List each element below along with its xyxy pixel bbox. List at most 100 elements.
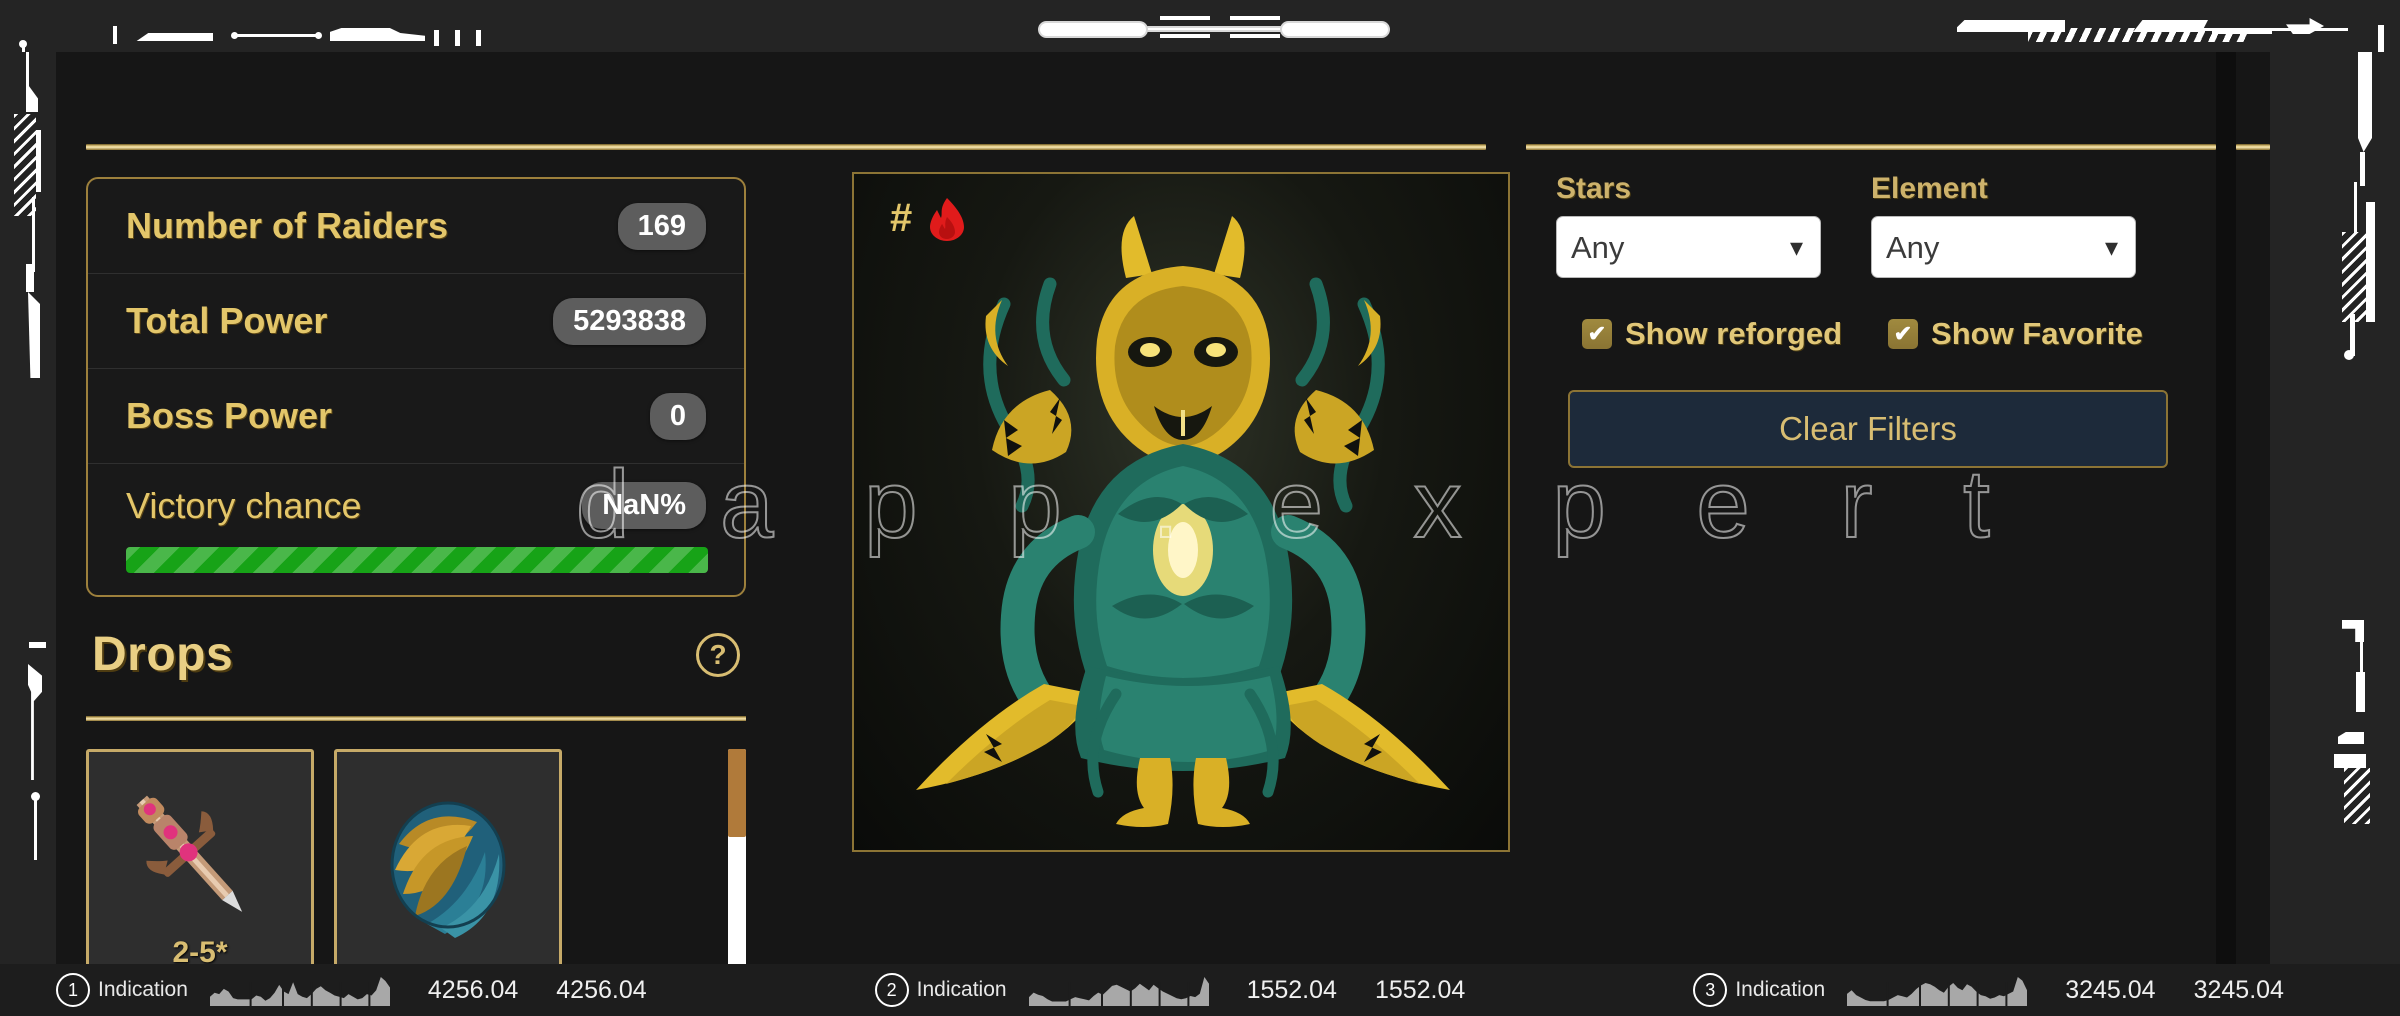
redacted-shape-edge-right-3 (2354, 182, 2357, 234)
redacted-shape-edge-left-4 (32, 197, 35, 272)
redacted-shape-address-tick-3 (1160, 34, 1210, 38)
drops-scrollbar-thumb[interactable] (728, 749, 746, 837)
boss-header-row: # (890, 196, 965, 241)
boss-creature-image (916, 216, 1450, 827)
status-item-3[interactable]: 3 Indication 3245.04 3245.04 (1693, 964, 2284, 1016)
show-reforged-checkbox[interactable]: ✔ Show reforged (1582, 316, 1842, 352)
boss-number-label: # (890, 196, 913, 240)
list-item[interactable] (334, 749, 562, 981)
right-column-separator (2216, 52, 2236, 964)
redacted-shape-edge-left-3 (36, 130, 41, 192)
stars-filter-label: Stars (1556, 172, 1632, 205)
redacted-shape-right-5 (2212, 28, 2272, 34)
stat-label: Number of Raiders (126, 205, 449, 246)
status-value-secondary: 3245.04 (2193, 975, 2284, 1004)
ring-item-icon (390, 801, 506, 938)
redacted-shape-address-tick-4 (1230, 34, 1280, 38)
question-mark-icon[interactable]: ? (696, 632, 740, 677)
right-edge-decoration (2270, 52, 2400, 964)
status-value-secondary: 4256.04 (556, 975, 647, 1004)
redacted-shape-edge-right-6 (2342, 620, 2364, 642)
filter-group-element: Element Any ▾ (1871, 172, 2136, 278)
drops-section: Drops ? 2-5* (86, 627, 746, 981)
redacted-shape-tab-left-3 (233, 34, 319, 37)
stars-select-wrap: Any ▾ (1556, 216, 1821, 278)
redacted-shape-bar-left-1 (434, 30, 439, 46)
status-item-1[interactable]: 1 Indication 4256.04 4256.04 (56, 964, 647, 1016)
sparkline-chart (1028, 977, 1209, 1006)
redacted-shape-edge-right-8 (2356, 672, 2365, 712)
filters-row: Stars Any ▾ Element Any ▾ (1556, 172, 2216, 278)
redacted-shape-bar-left-3 (476, 30, 481, 46)
victory-chance-progress-fill (126, 547, 708, 573)
page-title: Drops (92, 628, 234, 681)
stat-row-victory-chance: Victory chance NaN% (88, 464, 744, 599)
page-body: Number of Raiders 169 Total Power 529383… (0, 52, 2400, 981)
redacted-shape-edge-left-6 (28, 292, 40, 378)
status-badge: 5293838 (553, 297, 706, 345)
victory-chance-label: Victory chance (126, 484, 362, 526)
status-bar: 1 Indication 4256.04 4256.04 2 Indicatio… (0, 964, 2400, 1016)
checkmark-icon[interactable]: ✔ (1582, 319, 1612, 349)
stat-row-boss-power: Boss Power 0 (88, 369, 744, 464)
header-divider-right (1526, 144, 2216, 150)
stat-row-total-power: Total Power 5293838 (88, 274, 744, 369)
redacted-shape-edge-right-10 (2334, 754, 2366, 768)
redacted-shape-edge-right-2 (2360, 152, 2365, 186)
status-value-secondary: 1552.04 (1374, 975, 1466, 1004)
drops-scrollbar[interactable] (728, 749, 746, 981)
redacted-shape-tab-left-1 (113, 26, 117, 44)
filters-panel: Stars Any ▾ Element Any ▾ ✔ Show reforge… (1556, 172, 2216, 468)
redacted-shape-edge-right-hatch2 (2344, 768, 2370, 824)
show-reforged-label: Show reforged (1625, 316, 1843, 351)
status-index-badge: 3 (1693, 973, 1728, 1007)
browser-chrome (0, 0, 2400, 55)
drops-list: 2-5* (86, 749, 746, 981)
boss-image-panel[interactable]: # (852, 172, 1510, 852)
redacted-shape-edge-left-7 (29, 642, 46, 648)
redacted-shape-arrow-right (2286, 18, 2324, 34)
victory-chance-progress-track (126, 547, 708, 573)
redacted-shape-address-left (1038, 21, 1148, 38)
redacted-shape-edge-left-8 (28, 664, 42, 780)
left-edge-decoration (0, 52, 56, 964)
status-value-primary: 3245.04 (2065, 975, 2156, 1004)
sparkline-chart (1847, 977, 2028, 1006)
filter-group-stars: Stars Any ▾ (1556, 172, 1821, 278)
drops-divider (86, 716, 746, 721)
header-divider-left (86, 144, 1486, 150)
status-label: Indication (1735, 978, 1826, 1001)
fire-icon (930, 197, 965, 241)
redacted-shape-right-edge (2378, 25, 2384, 55)
element-select[interactable]: Any (1871, 216, 2136, 278)
victory-chance-header: Victory chance NaN% (126, 482, 706, 529)
status-index-badge: 2 (874, 973, 909, 1007)
stat-row-number-of-raiders: Number of Raiders 169 (88, 179, 744, 274)
content-area: Number of Raiders 169 Total Power 529383… (56, 52, 2270, 981)
redacted-shape-edge-right-dot (2344, 350, 2354, 360)
stars-select[interactable]: Any (1556, 216, 1821, 278)
list-item[interactable]: 2-5* (86, 749, 314, 981)
redacted-shape-edge-right-1 (2358, 52, 2372, 152)
clear-filters-button[interactable]: Clear Filters (1568, 390, 2168, 468)
status-badge: 0 (649, 392, 706, 440)
redacted-shape-dot-corner (19, 40, 27, 48)
stat-label: Total Power (126, 300, 328, 341)
status-value-primary: 4256.04 (427, 975, 519, 1004)
redacted-shape-tab-left-2 (136, 33, 213, 41)
status-index-badge: 1 (56, 973, 90, 1007)
redacted-shape-tab-left-4 (330, 28, 425, 41)
status-value-primary: 1552.04 (1246, 975, 1337, 1004)
sparkline-chart (209, 977, 390, 1006)
status-label: Indication (98, 978, 188, 1001)
redacted-shape-address-tick-1 (1160, 16, 1210, 20)
redacted-shape-dot-left-2 (315, 32, 322, 39)
redacted-shape-edge-left-9 (34, 800, 37, 860)
status-item-2[interactable]: 2 Indication 1552.04 1552.04 (874, 964, 1466, 1016)
drops-header: Drops ? (86, 627, 746, 682)
show-favorite-checkbox[interactable]: ✔ Show Favorite (1888, 316, 2143, 352)
redacted-shape-address-tick-2 (1230, 16, 1280, 20)
raid-stats-panel: Number of Raiders 169 Total Power 529383… (86, 177, 746, 597)
checkmark-icon[interactable]: ✔ (1888, 319, 1919, 349)
victory-chance-badge: NaN% (582, 482, 706, 529)
